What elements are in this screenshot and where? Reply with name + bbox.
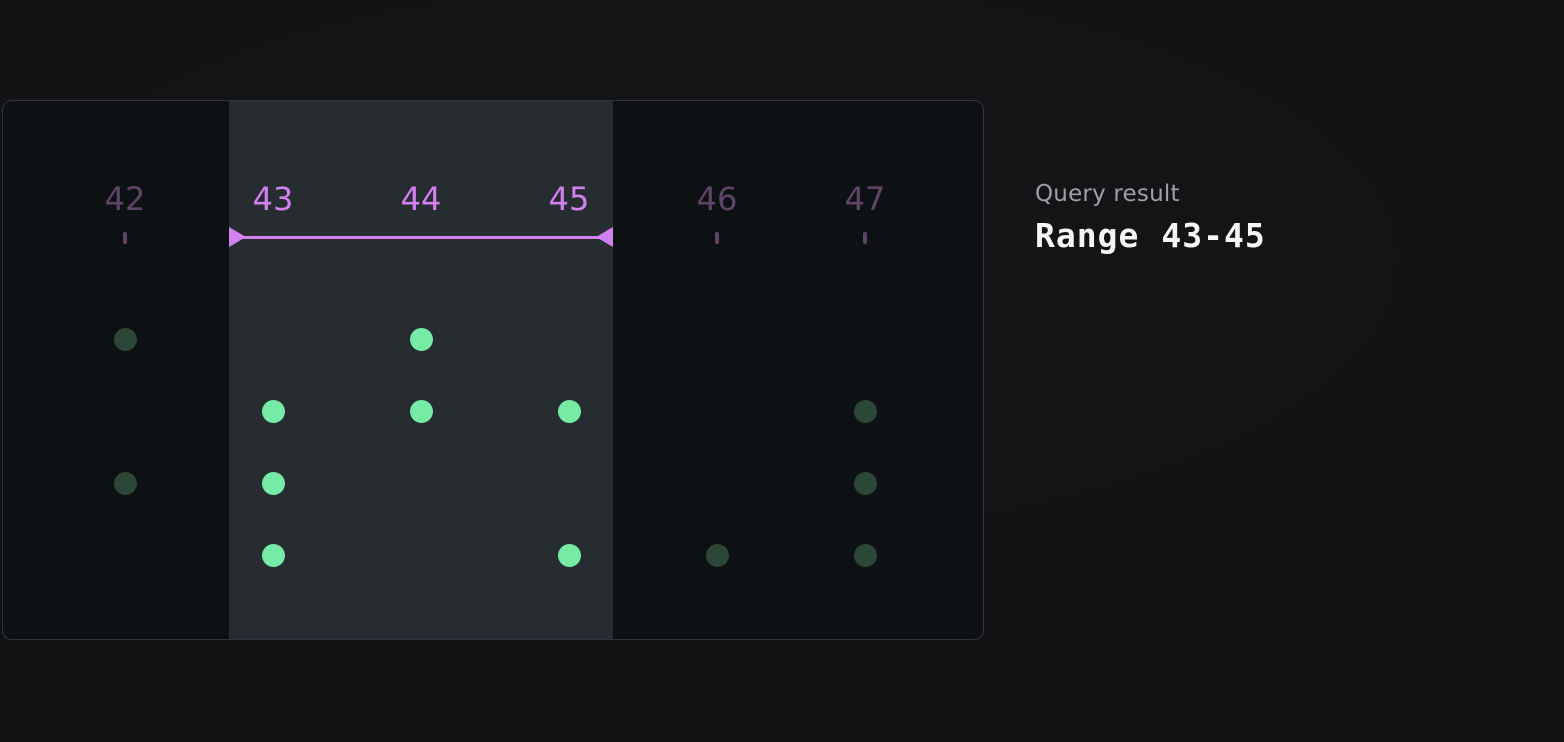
- column-label-46: 46: [669, 181, 765, 217]
- column-label-45: 45: [521, 181, 617, 217]
- column-label-47: 47: [817, 181, 913, 217]
- data-point: [410, 328, 433, 351]
- data-point: [262, 544, 285, 567]
- range-value: 43-45: [1161, 216, 1265, 255]
- range-label: Range: [1035, 216, 1139, 255]
- data-point: [262, 400, 285, 423]
- page-background: 42 43 44 45 46 47 Query result Range 43-45: [0, 0, 1564, 742]
- data-point: [558, 544, 581, 567]
- column-label-44: 44: [373, 181, 469, 217]
- range-handle-left[interactable]: [229, 227, 246, 247]
- column-label-43: 43: [225, 181, 321, 217]
- range-query-panel: 42 43 44 45 46 47: [2, 100, 984, 640]
- data-point: [410, 400, 433, 423]
- data-point: [854, 400, 877, 423]
- data-point: [114, 472, 137, 495]
- data-point: [558, 400, 581, 423]
- range-selector-line[interactable]: [229, 236, 613, 239]
- column-tick-47: [863, 232, 867, 244]
- data-point: [114, 328, 137, 351]
- range-handle-right[interactable]: [596, 227, 613, 247]
- query-result-heading: Query result: [1035, 181, 1266, 207]
- data-point: [262, 472, 285, 495]
- data-point: [854, 544, 877, 567]
- data-point: [706, 544, 729, 567]
- query-result-block: Query result Range 43-45: [1035, 181, 1266, 255]
- column-tick-42: [123, 232, 127, 244]
- data-point: [854, 472, 877, 495]
- column-label-42: 42: [77, 181, 173, 217]
- query-result-value: Range 43-45: [1035, 216, 1266, 255]
- column-tick-46: [715, 232, 719, 244]
